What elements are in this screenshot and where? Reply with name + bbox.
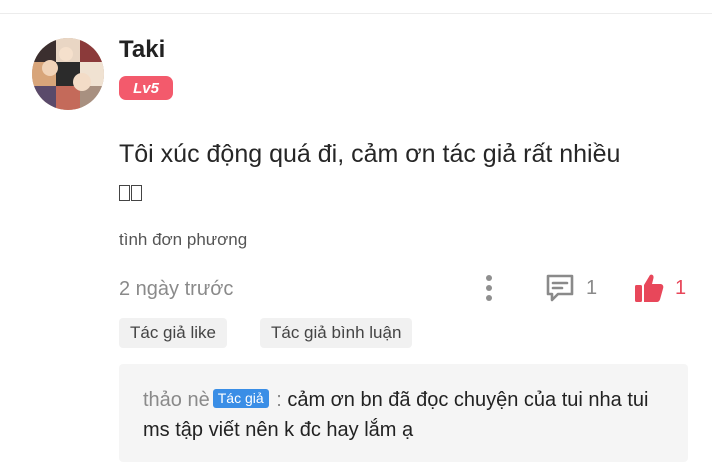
username[interactable]: Taki (119, 36, 165, 64)
avatar-image (32, 38, 104, 110)
comment-bubble-icon (546, 274, 574, 302)
like-count: 1 (675, 276, 687, 299)
author-commented-tag: Tác giả bình luận (260, 318, 413, 348)
level-badge: Lv5 (119, 76, 173, 100)
like-button[interactable]: 1 (633, 272, 686, 304)
author-reply[interactable]: thảo nè Tác giả : cảm ơn bn đã đọc chuyện… (119, 364, 688, 462)
reply-author-name[interactable]: thảo nè (143, 389, 210, 411)
timestamp: 2 ngày trước (119, 278, 234, 300)
reply-count: 1 (586, 276, 598, 299)
vertical-ellipsis-icon[interactable] (480, 272, 498, 304)
top-divider (0, 13, 712, 14)
author-liked-tag: Tác giả like (119, 318, 227, 348)
chapter-name[interactable]: tình đơn phương (119, 230, 247, 250)
comment-body: Tôi xúc động quá đi, cảm ơn tác giả rất … (119, 140, 621, 168)
author-badge: Tác giả (212, 389, 269, 408)
thumbs-up-icon (635, 274, 664, 302)
avatar[interactable] (32, 38, 104, 110)
missing-glyph-icon (119, 185, 130, 201)
comment-text: Tôi xúc động quá đi, cảm ơn tác giả rất … (119, 135, 699, 211)
missing-glyph-icon (131, 185, 142, 201)
reply-button[interactable]: 1 (544, 272, 597, 304)
reply-separator: : (270, 389, 288, 411)
